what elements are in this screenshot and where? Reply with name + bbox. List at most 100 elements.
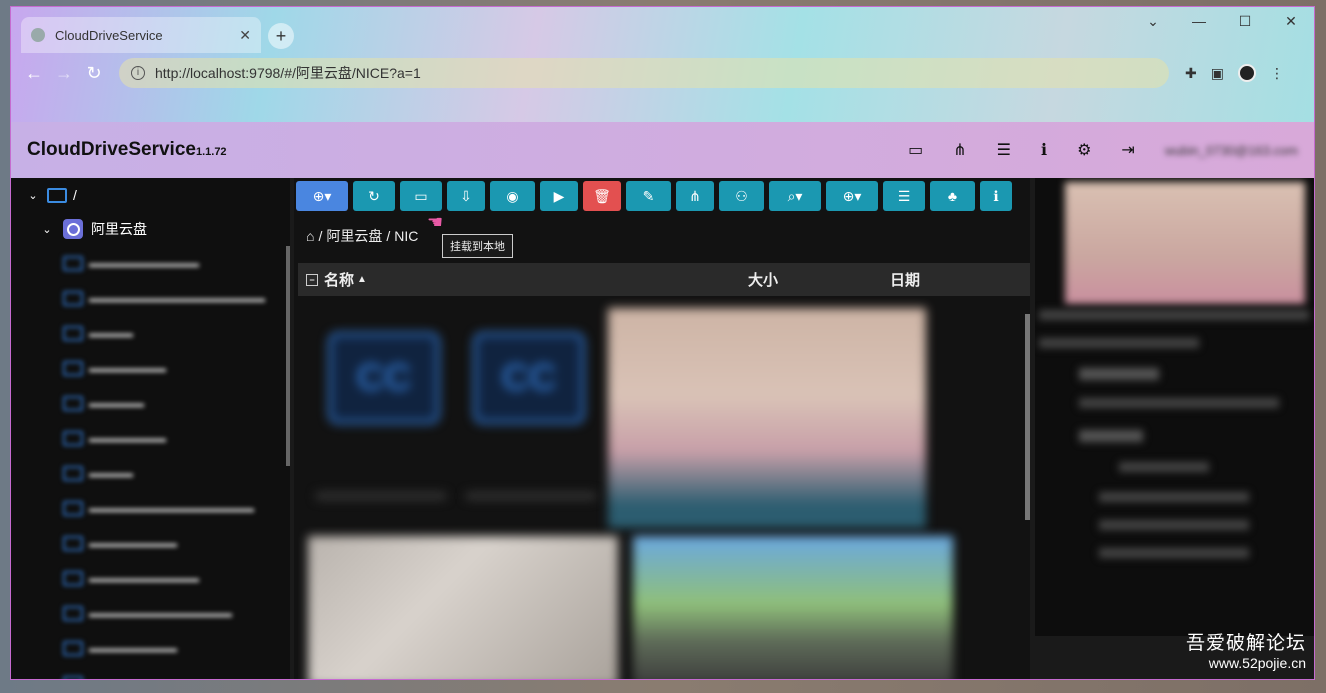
hand-pointer-icon: ☚ (427, 212, 444, 232)
sort-asc-icon[interactable]: ▲ (357, 274, 367, 285)
column-date[interactable]: 日期 (890, 269, 920, 290)
tree-folder-item[interactable]: ▬▬▬▬ (11, 456, 290, 491)
close-window-icon[interactable]: ✕ (1268, 7, 1314, 35)
share-button[interactable]: ⋔ (676, 181, 714, 211)
info-icon: ℹ (993, 188, 999, 204)
new-tab-button[interactable]: + (268, 23, 294, 49)
search-icon: ⌕▾ (787, 188, 803, 204)
brand-name: CloudDriveService (27, 139, 196, 160)
edit-icon: ✎ (642, 188, 655, 204)
monitor-icon[interactable]: ▭ (908, 140, 923, 160)
breadcrumb-drive[interactable]: 阿里云盘 (326, 226, 382, 246)
breadcrumb-current[interactable]: NIC (394, 228, 418, 244)
tree-folder-item[interactable]: ▬▬▬▬▬ (11, 386, 290, 421)
close-tab-icon[interactable]: ✕ (239, 27, 251, 44)
file-label (466, 492, 596, 500)
rename-button[interactable]: ✎ (626, 181, 671, 211)
detail-panel (1035, 178, 1314, 588)
extensions-icon[interactable]: ✚ (1185, 65, 1197, 82)
tree-folder-item[interactable]: ▬▬▬▬▬▬▬ (11, 421, 290, 456)
monitor-icon: ▭ (414, 188, 428, 204)
image-thumbnail[interactable] (633, 536, 953, 679)
window-controls: ⌄ — ☐ ✕ (1130, 7, 1314, 35)
share-icon: ⋔ (689, 188, 701, 204)
tree-folder-item[interactable]: ▬▬▬▬ (11, 316, 290, 351)
toolbar: ⊕▾ ↻ ▭ ⇩ ◉ ▶ 🗑 ✎ ⋔ ⚇ ⌕▾ ⊕▾ ☰ ♣ ℹ (296, 181, 1012, 211)
tree-icon: ♣ (947, 188, 958, 204)
play-button[interactable]: ▶ (540, 181, 578, 211)
search-button[interactable]: ⌕▾ (769, 181, 821, 211)
play-circle-button[interactable]: ◉ (490, 181, 535, 211)
add-button[interactable]: ⊕▾ (296, 181, 348, 211)
address-row: ← → ↻ i http://localhost:9798/#/阿里云盘/NIC… (11, 55, 1314, 636)
detail-line (1079, 398, 1279, 408)
collapse-toggle-icon[interactable]: − (306, 273, 318, 286)
image-thumbnail[interactable] (308, 536, 618, 679)
tree-folder-item[interactable]: ▬▬▬▬▬▬▬▬▬▬▬▬▬ (11, 596, 290, 631)
tree-scrollbar[interactable] (286, 246, 290, 466)
video-thumbnail[interactable]: CC (473, 332, 585, 424)
tree-folder-item[interactable]: ▬▬▬▬▬▬▬▬▬▬ (11, 561, 290, 596)
mount-button[interactable]: ▭ (400, 181, 442, 211)
column-size[interactable]: 大小 (748, 269, 778, 290)
address-bar[interactable]: i http://localhost:9798/#/阿里云盘/NICE?a=1 … (119, 58, 1314, 636)
detail-line (1039, 338, 1199, 348)
tab-search-icon[interactable]: ⌄ (1130, 7, 1176, 35)
profile-avatar[interactable] (1237, 64, 1256, 82)
home-icon[interactable]: ⌂ (306, 228, 314, 244)
column-name[interactable]: 名称 (324, 269, 354, 290)
side-panel-icon[interactable]: ▣ (1211, 65, 1224, 82)
chevron-down-icon[interactable]: ⌄ (25, 189, 41, 202)
tree-folder-item[interactable]: ▬▬▬▬▬▬▬▬▬▬▬▬▬▬▬ (11, 491, 290, 526)
download-button[interactable]: ⇩ (447, 181, 485, 211)
task-list-icon[interactable]: ☰ (997, 140, 1011, 160)
minimize-icon[interactable]: — (1176, 7, 1222, 35)
brand: CloudDriveService1.1.72 (27, 139, 227, 161)
list-view-button[interactable]: ☰ (883, 181, 925, 211)
tree-folder-item[interactable]: ▬▬▬▬▬▬▬▬ (11, 526, 290, 561)
tree-folder-item[interactable]: ▬▬▬▬▬▬▬▬▬▬▬▬▬▬▬▬ (11, 281, 290, 316)
tree-folder-item[interactable]: ▬▬▬▬▬▬▬ (11, 666, 290, 679)
logout-icon[interactable]: ⇥ (1121, 140, 1134, 160)
image-thumbnail[interactable] (608, 308, 926, 528)
detail-heading (1079, 368, 1159, 380)
tree-root[interactable]: ⌄ / (11, 178, 290, 212)
people-icon: ⚇ (735, 188, 748, 204)
tree-folder-item[interactable]: ▬▬▬▬▬▬▬▬▬▬ (11, 246, 290, 281)
file-scrollbar[interactable] (1025, 314, 1030, 520)
chevron-down-icon[interactable]: ⌄ (39, 223, 55, 236)
share-icon[interactable]: ⋔ (953, 140, 966, 160)
file-grid: CC CC (298, 296, 1030, 679)
video-thumbnail[interactable]: CC (328, 332, 440, 424)
tab-title: CloudDriveService (55, 27, 163, 43)
file-panel: ⊕▾ ↻ ▭ ⇩ ◉ ▶ 🗑 ✎ ⋔ ⚇ ⌕▾ ⊕▾ ☰ ♣ ℹ ☚ 挂载到本地… (294, 178, 1030, 679)
menu-icon[interactable]: ⋮ (1270, 65, 1284, 82)
browser-tab[interactable]: CloudDriveService ✕ (21, 17, 261, 53)
version: 1.1.72 (195, 146, 227, 158)
site-info-icon[interactable]: i (131, 66, 145, 80)
info-icon[interactable]: ℹ (1041, 140, 1047, 160)
settings-icon[interactable]: ⚙ (1077, 140, 1091, 160)
browser-window: CloudDriveService ✕ + ⌄ — ☐ ✕ ← → ↻ i ht… (10, 6, 1315, 680)
tree-button[interactable]: ♣ (930, 181, 975, 211)
user-email[interactable]: wubin_0730@163.com (1165, 143, 1298, 158)
tree-root-label: / (73, 187, 77, 203)
file-download-icon: ⇩ (460, 188, 472, 204)
tree-drive-label: 阿里云盘 (91, 221, 147, 237)
back-icon[interactable]: ← (19, 63, 49, 84)
detail-line (1099, 492, 1249, 502)
maximize-icon[interactable]: ☐ (1222, 7, 1268, 35)
forward-icon[interactable]: → (49, 63, 79, 84)
reload-icon[interactable]: ↻ (79, 63, 109, 84)
tree-folder-item[interactable]: ▬▬▬▬▬▬▬▬ (11, 631, 290, 666)
refresh-button[interactable]: ↻ (353, 181, 395, 211)
zoom-button[interactable]: ⊕▾ (826, 181, 878, 211)
play-icon: ▶ (553, 188, 565, 204)
url-text: http://localhost:9798/#/阿里云盘/NICE?a=1 (155, 65, 421, 81)
tree-drive[interactable]: ⌄ 阿里云盘 (11, 212, 290, 246)
delete-button[interactable]: 🗑 (583, 181, 621, 211)
folder-icon (47, 187, 67, 203)
info-button[interactable]: ℹ (980, 181, 1012, 211)
tree-folder-item[interactable]: ▬▬▬▬▬▬▬ (11, 351, 290, 386)
people-button[interactable]: ⚇ (719, 181, 764, 211)
